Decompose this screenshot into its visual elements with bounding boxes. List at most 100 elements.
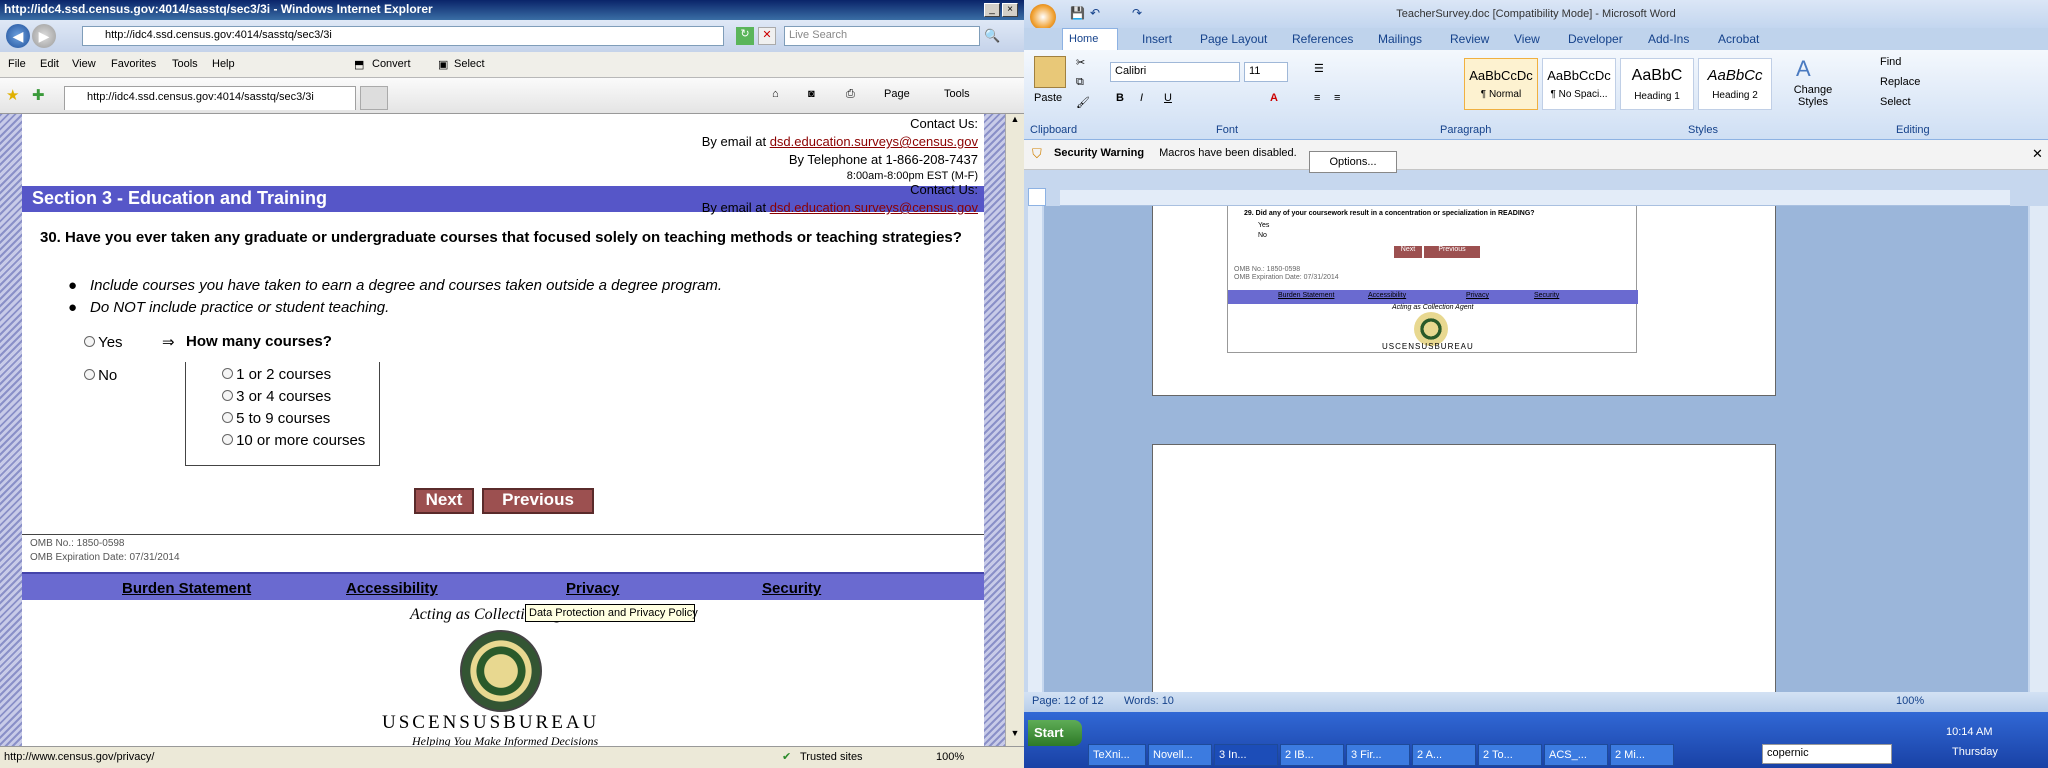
close-warning-icon[interactable]: ✕ [2032,146,2043,162]
word-vertical-scrollbar[interactable] [2030,206,2048,692]
yes-option[interactable]: Yes [84,334,123,351]
menu-view[interactable]: View [72,58,96,70]
previous-button[interactable]: Previous [482,488,594,514]
taskbar-item[interactable]: TeXni... [1088,744,1146,766]
undo-icon[interactable]: ↶ [1090,6,1100,20]
menu-file[interactable]: File [8,58,26,70]
replace-button[interactable]: Replace [1880,76,1920,88]
underline-icon[interactable]: U [1164,92,1172,104]
select-icon[interactable]: ▣ [438,58,448,71]
search-icon[interactable]: 🔍 [984,28,1000,44]
menu-help[interactable]: Help [212,58,235,70]
email-link[interactable]: dsd.education.surveys@census.gov [770,134,978,149]
tab-insert[interactable]: Insert [1142,32,1172,46]
stop-icon[interactable]: ✕ [758,27,776,45]
burden-statement-link[interactable]: Burden Statement [122,580,251,597]
change-styles-icon[interactable]: A [1796,56,1811,82]
change-styles-button[interactable]: Change Styles [1788,84,1838,108]
start-button[interactable]: Start [1028,720,1082,746]
font-name-input[interactable]: Calibri [1110,62,1240,82]
add-favorite-icon[interactable]: ✚ [32,86,45,104]
course-option-2[interactable]: 3 or 4 courses [222,388,331,405]
font-color-icon[interactable]: A [1270,92,1278,104]
menu-tools[interactable]: Tools [172,58,198,70]
style-heading-2[interactable]: AaBbCc Heading 2 [1698,58,1772,110]
home-icon[interactable]: ⌂ [772,88,779,100]
tab-review[interactable]: Review [1450,32,1489,46]
taskbar-item[interactable]: 2 Mi... [1610,744,1674,766]
no-radio[interactable] [84,369,95,380]
page-count[interactable]: Page: 12 of 12 [1032,695,1104,707]
word-count[interactable]: Words: 10 [1124,695,1174,707]
taskbar-item[interactable]: 2 A... [1412,744,1476,766]
select-button-word[interactable]: Select [1880,96,1911,108]
bold-icon[interactable]: B [1116,92,1124,104]
tab-mailings[interactable]: Mailings [1378,32,1422,46]
tab-page-layout[interactable]: Page Layout [1200,32,1267,46]
paste-label[interactable]: Paste [1034,92,1062,104]
favorites-star-icon[interactable]: ★ [6,86,19,104]
minimize-button[interactable]: _ [984,3,1000,17]
next-button[interactable]: Next [414,488,474,514]
tab-selector-icon[interactable] [1028,188,1046,206]
desktop-search-input[interactable]: copernic [1762,744,1892,764]
security-link[interactable]: Security [762,580,821,597]
scroll-down-icon[interactable]: ▼ [1008,728,1022,742]
ie-tab-active[interactable]: http://idc4.ssd.census.gov:4014/sasstq/s… [64,86,356,110]
tab-acrobat[interactable]: Acrobat [1718,32,1759,46]
tab-references[interactable]: References [1292,32,1353,46]
align-left-icon[interactable]: ≡ [1314,92,1320,104]
copy-icon[interactable]: ⧉ [1076,76,1084,89]
tab-add-ins[interactable]: Add-Ins [1648,32,1689,46]
tools-button[interactable]: Tools [944,88,970,100]
select-button[interactable]: Select [454,58,485,70]
privacy-link[interactable]: Privacy [566,580,619,597]
paste-icon[interactable] [1034,56,1066,88]
menu-favorites[interactable]: Favorites [111,58,156,70]
convert-icon[interactable]: ⬒ [354,58,364,71]
format-painter-icon[interactable]: 🖌 [1076,96,1090,109]
forward-icon[interactable]: ▶ [32,24,56,48]
office-button-icon[interactable] [1030,4,1056,30]
tab-view[interactable]: View [1514,32,1540,46]
feeds-icon[interactable]: ◙ [808,88,815,100]
taskbar-item[interactable]: 2 To... [1478,744,1542,766]
style-no-spacing[interactable]: AaBbCcDc ¶ No Spaci... [1542,58,1616,110]
taskbar-item[interactable]: 3 Fir... [1346,744,1410,766]
live-search-input[interactable]: Live Search [784,26,980,46]
new-tab-button[interactable] [360,86,388,110]
tab-developer[interactable]: Developer [1568,32,1623,46]
tab-home[interactable]: Home [1062,28,1118,50]
print-icon[interactable]: ⎙ [846,88,855,101]
course-option-4[interactable]: 10 or more courses [222,432,365,449]
page-button[interactable]: Page [884,88,910,100]
find-button[interactable]: Find [1880,56,1901,68]
convert-button[interactable]: Convert [372,58,411,70]
yes-radio[interactable] [84,336,95,347]
bullets-icon[interactable]: ☰ [1314,62,1324,75]
course-option-1[interactable]: 1 or 2 courses [222,366,331,383]
taskbar-item[interactable]: ACS_... [1544,744,1608,766]
address-bar[interactable]: http://idc4.ssd.census.gov:4014/sasstq/s… [82,26,724,46]
taskbar-item[interactable]: Novell... [1148,744,1212,766]
save-icon[interactable]: 💾 [1070,6,1085,20]
course-option-3[interactable]: 5 to 9 courses [222,410,330,427]
style-heading-1[interactable]: AaBbC Heading 1 [1620,58,1694,110]
ie-vertical-scrollbar[interactable]: ▲ ▼ [1005,114,1024,746]
taskbar-item[interactable]: 2 IB... [1280,744,1344,766]
font-size-input[interactable]: 11 [1244,62,1288,82]
italic-icon[interactable]: I [1140,92,1143,104]
no-option[interactable]: No [84,367,117,384]
menu-edit[interactable]: Edit [40,58,59,70]
cut-icon[interactable]: ✂ [1076,56,1085,69]
ie-zoom[interactable]: 100% [936,751,964,763]
style-normal[interactable]: AaBbCcDc ¶ Normal [1464,58,1538,110]
email-link-2[interactable]: dsd.education.surveys@census.gov [770,200,978,215]
taskbar-item-active[interactable]: 3 In... [1214,744,1278,766]
word-zoom[interactable]: 100% [1896,695,1924,707]
refresh-icon[interactable]: ↻ [736,27,754,45]
accessibility-link[interactable]: Accessibility [346,580,438,597]
back-icon[interactable]: ◀ [6,24,30,48]
scroll-up-icon[interactable]: ▲ [1008,114,1022,128]
redo-icon[interactable]: ↷ [1132,6,1142,20]
